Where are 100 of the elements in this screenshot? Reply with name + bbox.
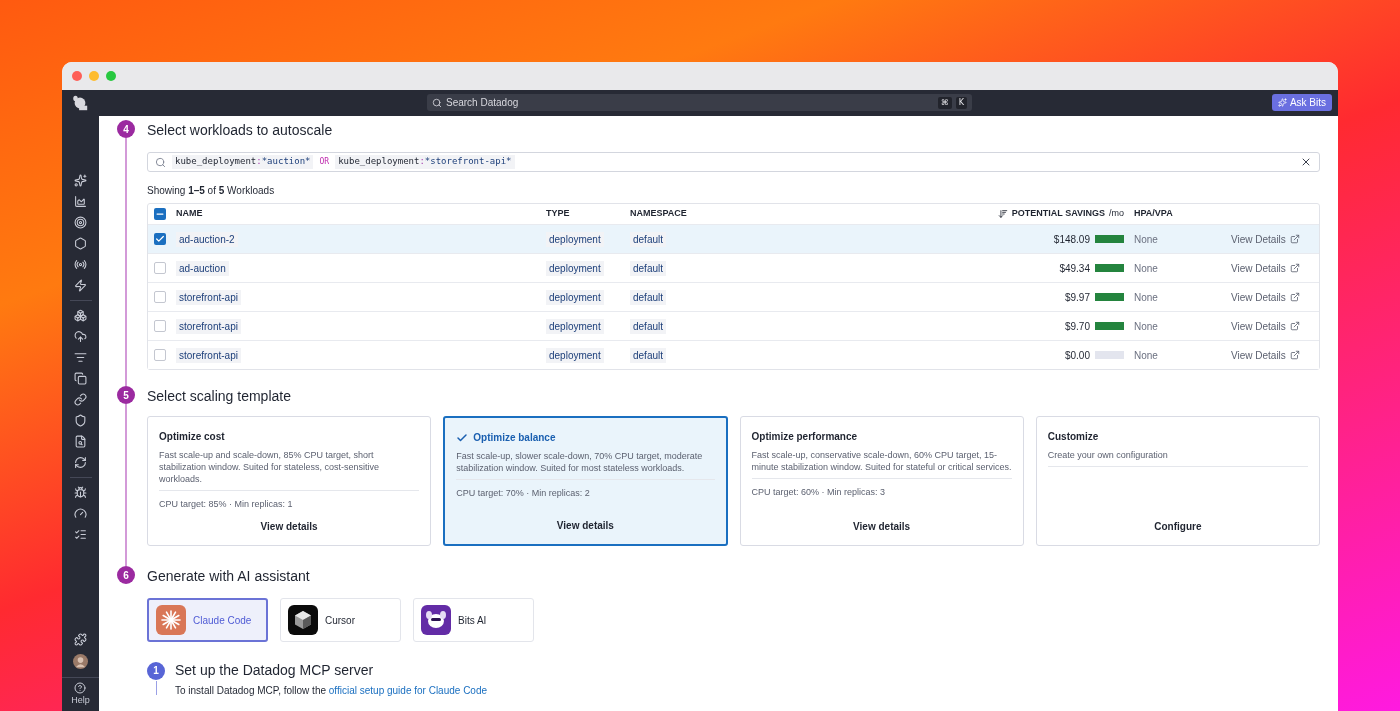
workload-type: deployment (546, 318, 604, 334)
search-input[interactable]: Search Datadog (446, 95, 934, 110)
dog-logo-icon (421, 605, 451, 635)
template-description: Fast scale-up and scale-down, 85% CPU target, short stabilization window. Suited for stateless, cost-sensitive workloads. (159, 449, 420, 491)
check-icon (155, 234, 165, 244)
sparkles-icon (1277, 98, 1287, 107)
setup-guide-link[interactable]: official setup guide for Claude Code (328, 685, 488, 696)
view-details-link[interactable]: View Details (1231, 347, 1319, 363)
target-icon[interactable] (74, 216, 87, 229)
assistant-option[interactable]: Bits AI (413, 598, 534, 642)
checkbox[interactable] (154, 233, 166, 245)
workload-namespace: default (630, 347, 667, 363)
step-title: Generate with AI assistant (147, 567, 311, 586)
view-details-link[interactable]: View Details (1231, 260, 1319, 276)
filter-list-icon[interactable] (74, 351, 87, 364)
query-field[interactable]: kube_deployment:*auction* OR kube_deployment:*storefront-api* (147, 152, 1320, 172)
template-summary: CPU target: 85% · Min replicas: 1 (159, 498, 294, 511)
checkbox[interactable] (154, 262, 166, 274)
setup-instructions: To install Datadog MCP, follow the official setup guide for Claude Code (175, 684, 488, 698)
step-number: 5 (117, 386, 135, 404)
search-icon (432, 97, 442, 108)
workload-type: deployment (546, 347, 604, 363)
workload-namespace: default (630, 289, 667, 305)
assistant-option[interactable]: Cursor (280, 598, 401, 642)
savings-amount: $49.34 (1059, 261, 1090, 276)
template-description: Create your own configuration (1047, 449, 1308, 467)
checkbox[interactable] (154, 208, 166, 220)
query-term: kube_deployment:*auction* (172, 155, 314, 169)
workload-type: deployment (546, 231, 604, 247)
template-title: Customize (1047, 430, 1099, 444)
template-summary: CPU target: 70% · Min replicas: 2 (456, 487, 591, 500)
ask-bits-button[interactable]: Ask Bits (1271, 94, 1332, 111)
sparkles-icon[interactable] (74, 174, 87, 187)
template-card[interactable]: Optimize balance Fast scale-up, slower scale-down, 70% CPU target, moderate stabilization window. Suited for most stateless workloads. CPU target: 70% · Min replicas: 2 View details (443, 416, 728, 546)
external-link-icon (1289, 350, 1300, 360)
cube-logo-icon (288, 605, 318, 635)
cloud-upload-icon[interactable] (74, 330, 87, 343)
checklist-icon[interactable] (74, 528, 87, 541)
gauge-icon[interactable] (74, 507, 87, 520)
hpa-vpa-value: None (1134, 319, 1159, 334)
copy-icon[interactable] (74, 372, 87, 385)
external-link-icon (1289, 292, 1300, 302)
checkbox[interactable] (154, 349, 166, 361)
shortcut-key: K (955, 96, 967, 109)
search-field[interactable]: Search Datadog ⌘ K (427, 94, 972, 111)
view-details-link[interactable]: View Details (1231, 289, 1319, 305)
lightning-icon[interactable] (74, 279, 87, 292)
refresh-icon[interactable] (74, 456, 87, 469)
template-title: Optimize performance (751, 430, 858, 444)
query-term: kube_deployment:*storefront-api* (335, 155, 515, 169)
checkbox[interactable] (154, 291, 166, 303)
savings-amount: $0.00 (1064, 348, 1090, 363)
template-action-button[interactable]: Configure (1154, 519, 1202, 534)
template-card[interactable]: Optimize cost Fast scale-up and scale-down, 85% CPU target, short stabilization window. Suited for stateless, cost-sensitive workloads. CPU target: 85% · Min replicas: 1 View details (147, 416, 432, 546)
workload-type: deployment (546, 260, 604, 276)
hexagon-icon[interactable] (74, 237, 87, 250)
template-action-button[interactable]: View details (260, 519, 318, 534)
substep-title: Set up the Datadog MCP server (175, 661, 374, 680)
step-number: 1 (147, 661, 165, 680)
dog-logo-icon[interactable] (71, 94, 89, 112)
query-operator: OR (319, 156, 330, 168)
help-icon (74, 681, 87, 694)
table-row[interactable]: storefront-api deployment default $0.00 None View Details (148, 340, 1319, 369)
template-title: Optimize balance (473, 431, 556, 445)
link-icon[interactable] (74, 393, 87, 406)
template-card[interactable]: Customize Create your own configuration Configure (1035, 416, 1320, 546)
sort-icon[interactable] (997, 209, 1008, 219)
avatar[interactable] (73, 653, 88, 669)
search-icon (155, 156, 166, 168)
checkbox[interactable] (154, 320, 166, 332)
workload-name: storefront-api (176, 289, 241, 305)
view-details-link[interactable]: View Details (1231, 231, 1319, 247)
workload-type: deployment (546, 289, 604, 305)
boxes-icon[interactable] (74, 309, 87, 322)
puzzle-icon[interactable] (74, 632, 87, 646)
workload-name: storefront-api (176, 347, 241, 363)
check-icon (456, 431, 469, 444)
template-card[interactable]: Optimize performance Fast scale-up, conservative scale-down, 60% CPU target, 15-minute stabilization window. Suited for stateful or critical services. CPU target: 60% · Min replicas: 3 View details (739, 416, 1024, 546)
template-title: Optimize cost (159, 430, 225, 444)
step-number: 6 (117, 566, 135, 584)
view-details-link[interactable]: View Details (1231, 318, 1319, 334)
savings-amount: $9.97 (1064, 290, 1090, 305)
workload-namespace: default (630, 231, 667, 247)
shield-icon[interactable] (74, 414, 87, 427)
file-search-icon[interactable] (74, 435, 87, 448)
help-button[interactable]: Help (71, 677, 90, 711)
shortcut-key: ⌘ (937, 96, 952, 109)
clear-icon[interactable] (1300, 156, 1312, 168)
external-link-icon (1289, 234, 1300, 244)
table-row[interactable]: ad-auction-2 deployment default $148.09 None View Details (148, 224, 1319, 253)
bug-icon[interactable] (74, 486, 87, 499)
template-description: Fast scale-up, conservative scale-down, 60% CPU target, 15-minute stabilization window. Suited for stateful or critical services. (751, 449, 1012, 479)
column-header[interactable]: POTENTIAL SAVINGS /mo (924, 207, 1134, 221)
area-chart-icon[interactable] (74, 195, 87, 208)
hpa-vpa-value: None (1134, 348, 1159, 363)
template-action-button[interactable]: View details (853, 519, 911, 534)
hpa-vpa-value: None (1134, 290, 1159, 305)
signal-icon[interactable] (74, 258, 87, 271)
assistant-option[interactable]: Claude Code (147, 598, 268, 642)
template-action-button[interactable]: View details (556, 518, 614, 533)
